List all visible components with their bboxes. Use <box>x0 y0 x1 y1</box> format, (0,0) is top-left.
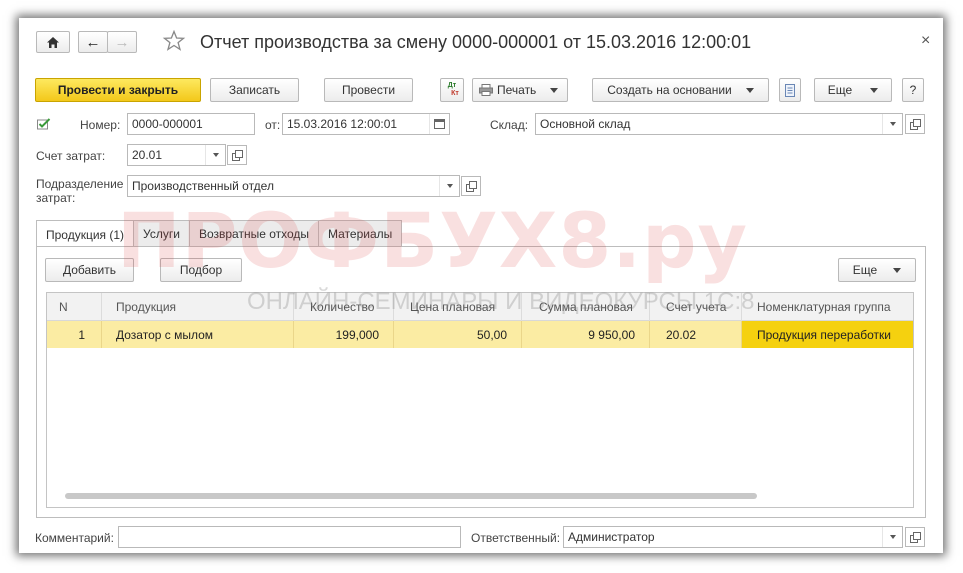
division-value: Производственный отдел <box>132 179 274 193</box>
division-label-line1: Подразделение <box>36 177 124 191</box>
back-button[interactable]: ← <box>78 31 108 53</box>
open-icon <box>910 532 921 543</box>
col-account[interactable]: Счет учета <box>650 293 742 321</box>
dt-kt-button[interactable]: Дт Кт <box>440 78 464 102</box>
create-based-on-label: Создать на основании <box>607 83 732 97</box>
home-icon <box>47 36 59 48</box>
open-icon <box>466 181 477 192</box>
division-label-line2: затрат: <box>36 191 76 205</box>
tab-bar: Продукция (1) Услуги Возвратные отходы М… <box>36 220 403 248</box>
responsible-open-button[interactable] <box>905 527 925 547</box>
help-button[interactable]: ? <box>902 78 924 102</box>
post-button[interactable]: Провести <box>324 78 413 102</box>
cell-planned-sum: 9 950,00 <box>522 321 650 348</box>
report-button[interactable] <box>779 78 801 102</box>
number-field[interactable]: 0000-000001 <box>127 113 255 135</box>
tab-services[interactable]: Услуги <box>133 220 190 247</box>
responsible-value: Администратор <box>568 530 655 544</box>
cell-account: 20.02 <box>650 321 742 348</box>
favorite-star-icon[interactable] <box>162 29 186 53</box>
dropdown-icon[interactable] <box>205 145 225 165</box>
forward-button[interactable]: → <box>107 31 137 53</box>
warehouse-value: Основной склад <box>540 117 631 131</box>
document-window: ← → Отчет производства за смену 0000-000… <box>19 18 943 553</box>
tab-materials[interactable]: Материалы <box>318 220 403 247</box>
comment-label: Комментарий: <box>35 531 114 545</box>
date-field[interactable]: 15.03.2016 12:00:01 <box>282 113 450 135</box>
print-label: Печать <box>497 83 537 97</box>
home-button[interactable] <box>36 31 70 53</box>
dropdown-icon[interactable] <box>882 527 902 547</box>
add-button[interactable]: Добавить <box>45 258 134 282</box>
chevron-down-icon <box>550 87 559 93</box>
comment-field[interactable] <box>118 526 461 548</box>
create-based-on-button[interactable]: Создать на основании <box>592 78 769 102</box>
cost-account-value: 20.01 <box>132 148 163 162</box>
col-quantity[interactable]: Количество <box>294 293 394 321</box>
table-more-button[interactable]: Еще <box>838 258 916 282</box>
warehouse-open-button[interactable] <box>905 114 925 134</box>
cell-n: 1 <box>47 321 102 348</box>
posted-check-icon <box>37 118 51 130</box>
date-label: от: <box>265 118 281 132</box>
chevron-down-icon <box>893 267 902 273</box>
arrow-right-icon: → <box>114 33 130 51</box>
col-planned-sum[interactable]: Сумма плановая <box>522 293 650 321</box>
division-open-button[interactable] <box>461 176 481 196</box>
post-and-close-button[interactable]: Провести и закрыть <box>35 78 201 102</box>
cost-account-field[interactable]: 20.01 <box>127 144 226 166</box>
col-planned-price[interactable]: Цена плановая <box>394 293 522 321</box>
table-row[interactable]: 1 Дозатор с мылом 199,000 50,00 9 950,00… <box>47 321 913 348</box>
printer-icon <box>479 84 493 96</box>
more-button[interactable]: Еще <box>814 78 892 102</box>
cell-item-group[interactable]: Продукция переработки <box>742 321 913 348</box>
print-button[interactable]: Печать <box>472 78 568 102</box>
responsible-label: Ответственный: <box>471 531 561 545</box>
chevron-down-icon <box>870 87 879 93</box>
date-value: 15.03.2016 12:00:01 <box>287 117 398 131</box>
window-title: Отчет производства за смену 0000-000001 … <box>200 32 752 52</box>
select-button[interactable]: Подбор <box>160 258 242 282</box>
dt-kt-icon-bottom: Кт <box>451 90 459 97</box>
open-icon <box>232 150 243 161</box>
open-icon <box>910 119 921 130</box>
col-product[interactable]: Продукция <box>102 293 294 321</box>
save-button[interactable]: Записать <box>210 78 299 102</box>
col-n[interactable]: N <box>47 293 102 321</box>
chevron-down-icon <box>745 87 754 93</box>
number-value: 0000-000001 <box>132 117 203 131</box>
col-item-group[interactable]: Номенклатурная группа <box>742 293 913 321</box>
cost-account-label: Счет затрат: <box>36 149 106 163</box>
division-field[interactable]: Производственный отдел <box>127 175 460 197</box>
dropdown-icon[interactable] <box>882 114 902 134</box>
warehouse-label: Склад: <box>490 118 529 132</box>
dt-kt-icon-top: Дт <box>447 82 457 89</box>
horizontal-scrollbar[interactable] <box>65 493 757 499</box>
products-table[interactable]: N Продукция Количество Цена плановая Сум… <box>46 292 914 508</box>
table-more-label: Еще <box>852 263 878 277</box>
tab-products[interactable]: Продукция (1) <box>36 220 135 248</box>
tab-returnable-waste[interactable]: Возвратные отходы <box>188 220 320 247</box>
number-label: Номер: <box>80 118 121 132</box>
cell-product: Дозатор с мылом <box>102 321 294 348</box>
close-icon[interactable]: × <box>921 32 930 50</box>
arrow-left-icon: ← <box>85 33 101 51</box>
warehouse-field[interactable]: Основной склад <box>535 113 903 135</box>
cell-planned-price: 50,00 <box>394 321 522 348</box>
cell-quantity: 199,000 <box>294 321 394 348</box>
dropdown-icon[interactable] <box>439 176 459 196</box>
calendar-icon[interactable] <box>429 114 449 134</box>
document-icon <box>785 83 795 97</box>
more-label: Еще <box>827 83 853 97</box>
responsible-field[interactable]: Администратор <box>563 526 903 548</box>
cost-account-open-button[interactable] <box>227 145 247 165</box>
table-header: N Продукция Количество Цена плановая Сум… <box>47 293 913 321</box>
